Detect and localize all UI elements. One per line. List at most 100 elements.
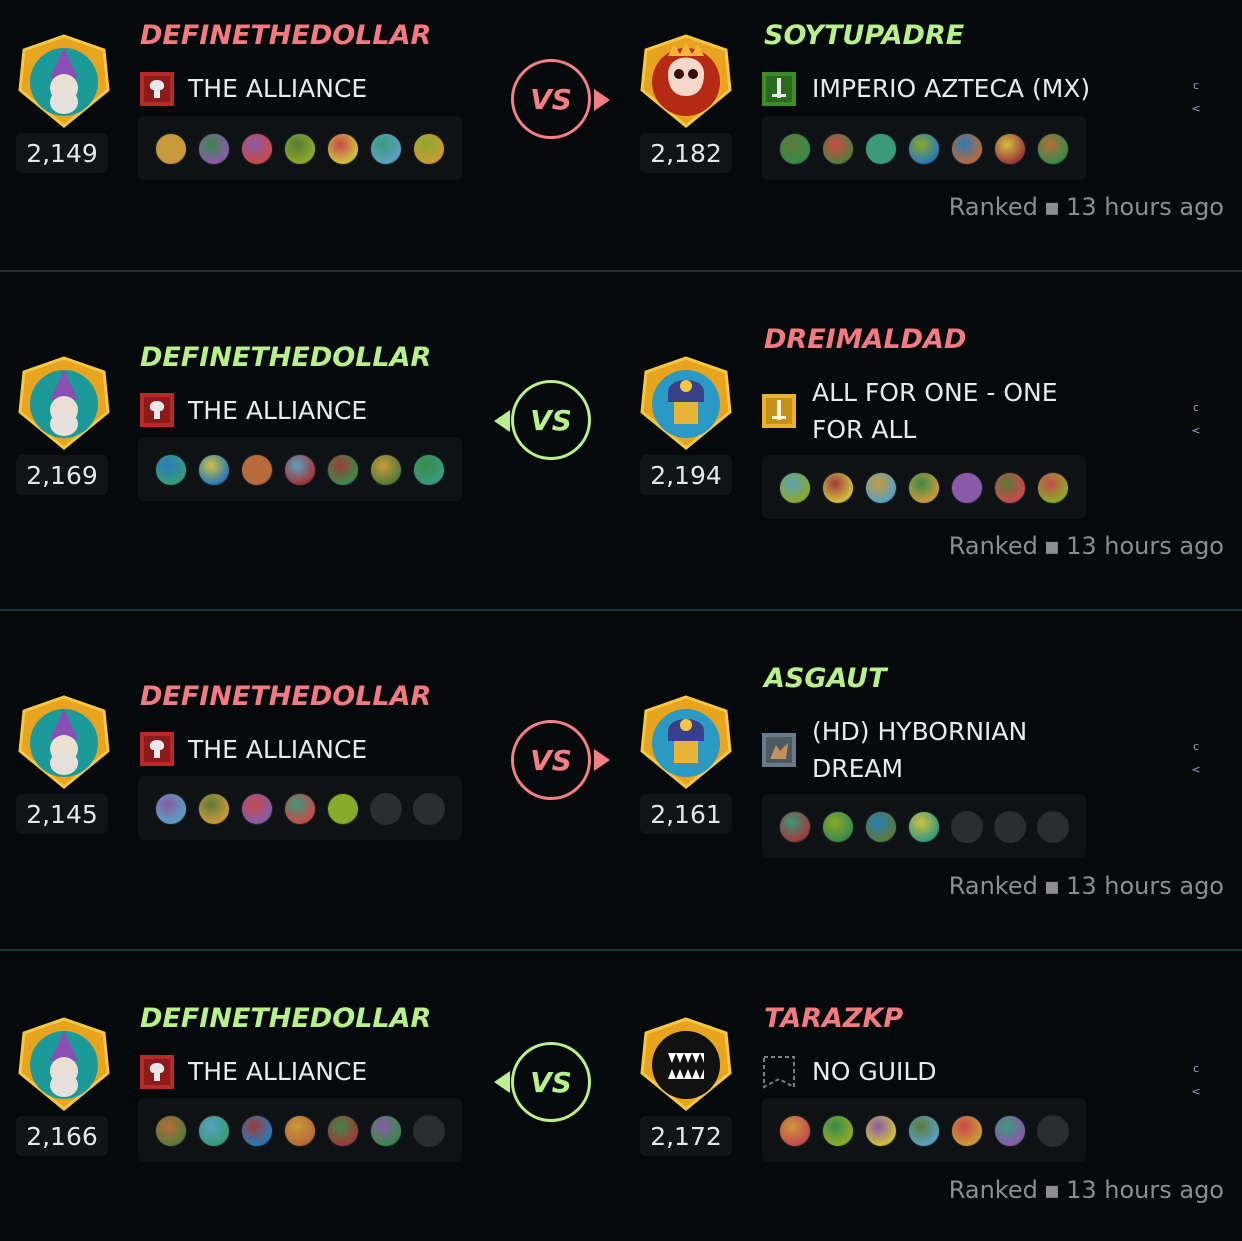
red-tree-banner-icon [140,732,174,766]
unit-icon[interactable] [822,472,854,504]
battle-mode: Ranked [948,872,1038,900]
unit-icon[interactable] [822,811,854,843]
unit-icon[interactable] [994,133,1026,165]
unit-icon[interactable] [413,133,445,165]
wizard-avatar[interactable] [16,356,112,452]
player-name[interactable]: DREIMALDAD [764,324,966,355]
player-rating: 2,182 [640,133,732,173]
guild-name[interactable]: THE ALLIANCE [188,731,367,768]
player-rating: 2,149 [16,133,108,173]
player-name[interactable]: DEFINETHEDOLLAR [140,1003,431,1034]
player-name[interactable]: DEFINETHEDOLLAR [140,681,431,712]
unit-icon[interactable] [822,133,854,165]
blue-knight-avatar[interactable] [638,695,734,791]
unit-icon[interactable] [908,133,940,165]
unit-icon[interactable] [779,811,811,843]
empty-unit-slot [413,1115,445,1147]
battle-row[interactable]: 2,169 DEFINETHEDOLLAR THE ALLIANCE VS 2,… [0,272,1242,610]
guild-name[interactable]: THE ALLIANCE [188,1053,367,1090]
unit-icon[interactable] [413,454,445,486]
unit-icon[interactable] [779,472,811,504]
gold-sword-banner-icon [762,394,796,428]
unit-icon[interactable] [1037,133,1069,165]
unit-icon[interactable] [908,1115,940,1147]
team-lineup [138,1098,462,1162]
unit-icon[interactable] [908,811,940,843]
unit-icon[interactable] [908,472,940,504]
wizard-avatar[interactable] [16,695,112,791]
battle-row[interactable]: 2,145 DEFINETHEDOLLAR THE ALLIANCE VS 2,… [0,611,1242,951]
player-rating: 2,194 [640,455,732,495]
battle-time: 13 hours ago [1066,1176,1224,1204]
unit-icon[interactable] [327,793,359,825]
unit-icon[interactable] [370,133,402,165]
battle-options-icon[interactable]: c < [1191,74,1201,120]
unit-icon[interactable] [822,1115,854,1147]
guild-name[interactable]: NO GUILD [812,1053,937,1090]
unit-icon[interactable] [155,454,187,486]
player-name[interactable]: DEFINETHEDOLLAR [140,20,431,51]
unit-icon[interactable] [327,454,359,486]
battle-options-icon[interactable]: c < [1191,396,1201,442]
blue-knight-avatar[interactable] [638,356,734,452]
battle-mode: Ranked [948,1176,1038,1204]
battle-row[interactable]: 2,166 DEFINETHEDOLLAR THE ALLIANCE VS 2,… [0,951,1242,1241]
guild-name[interactable]: THE ALLIANCE [188,70,367,107]
team-lineup [762,116,1086,180]
fire-skull-avatar[interactable] [638,34,734,130]
unit-icon[interactable] [951,1115,983,1147]
guild-name[interactable]: (HD) HYBORNIAN DREAM [812,713,1052,787]
unit-icon[interactable] [865,811,897,843]
guild-name[interactable]: ALL FOR ONE - ONE FOR ALL [812,374,1062,448]
unit-icon[interactable] [865,133,897,165]
battle-options-icon[interactable]: c < [1191,735,1201,781]
fanged-mouth-avatar[interactable] [638,1017,734,1113]
unit-icon[interactable] [241,133,273,165]
empty-banner-icon [763,1056,795,1089]
unit-icon[interactable] [1037,472,1069,504]
unit-icon[interactable] [241,454,273,486]
player-name[interactable]: DEFINETHEDOLLAR [140,342,431,373]
unit-icon[interactable] [155,793,187,825]
unit-icon[interactable] [241,1115,273,1147]
guild-name[interactable]: IMPERIO AZTECA (MX) [812,70,1090,107]
unit-icon[interactable] [370,1115,402,1147]
player-name[interactable]: ASGAUT [764,663,887,694]
wizard-avatar[interactable] [16,34,112,130]
unit-icon[interactable] [284,793,316,825]
unit-icon[interactable] [370,454,402,486]
battle-options-icon[interactable]: c < [1191,1057,1201,1103]
unit-icon[interactable] [779,1115,811,1147]
guild-name[interactable]: THE ALLIANCE [188,392,367,429]
team-lineup [138,776,462,840]
battle-mode: Ranked [948,532,1038,560]
player-name[interactable]: TARAZKP [764,1003,903,1034]
unit-icon[interactable] [155,133,187,165]
red-tree-banner-icon [140,1055,174,1089]
unit-icon[interactable] [284,1115,316,1147]
unit-icon[interactable] [951,133,983,165]
unit-icon[interactable] [779,133,811,165]
unit-icon[interactable] [198,793,230,825]
unit-icon[interactable] [241,793,273,825]
battle-row[interactable]: 2,149 DEFINETHEDOLLAR THE ALLIANCE VS 2,… [0,0,1242,272]
unit-icon[interactable] [284,133,316,165]
red-tree-banner-icon [140,393,174,427]
team-lineup [762,1098,1086,1162]
wizard-avatar[interactable] [16,1017,112,1113]
player-name[interactable]: SOYTUPADRE [764,20,964,51]
unit-icon[interactable] [951,472,983,504]
unit-icon[interactable] [284,454,316,486]
vs-arrow-left-icon [494,410,510,432]
unit-icon[interactable] [155,1115,187,1147]
unit-icon[interactable] [327,1115,359,1147]
unit-icon[interactable] [865,1115,897,1147]
unit-icon[interactable] [865,472,897,504]
unit-icon[interactable] [994,1115,1026,1147]
unit-icon[interactable] [198,1115,230,1147]
unit-icon[interactable] [198,454,230,486]
battle-time: 13 hours ago [1066,872,1224,900]
unit-icon[interactable] [198,133,230,165]
unit-icon[interactable] [327,133,359,165]
unit-icon[interactable] [994,472,1026,504]
